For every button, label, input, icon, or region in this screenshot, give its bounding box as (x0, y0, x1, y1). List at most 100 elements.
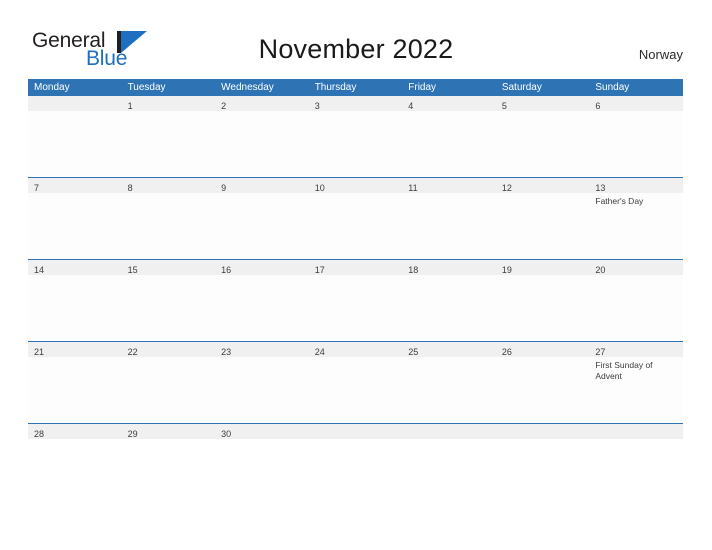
day-cell[interactable]: 30 (215, 424, 309, 439)
day-number: 14 (34, 265, 45, 275)
day-cell-empty (402, 424, 496, 439)
day-events (215, 275, 309, 341)
day-number: 2 (221, 101, 227, 111)
day-cell[interactable]: 27 First Sunday of Advent (589, 342, 683, 423)
day-cell[interactable]: 22 (121, 342, 216, 423)
day-number-band: 28 (28, 424, 122, 439)
day-cell-empty (589, 424, 683, 439)
day-number-band: 7 (28, 178, 122, 193)
day-number-band: 17 (308, 260, 403, 275)
day-events (496, 193, 590, 259)
day-number-band: 11 (402, 178, 496, 193)
day-number: 26 (501, 347, 512, 357)
day-number: 27 (595, 347, 606, 357)
day-events (122, 275, 216, 341)
weekday-header-sunday: Sunday (595, 82, 630, 93)
week-cells: 21 22 23 24 25 26 27 First Sunday of Advent (28, 342, 683, 423)
weekday-header-monday: Monday (34, 82, 70, 93)
weekday-header-friday: Friday (408, 82, 437, 93)
page-title: November 2022 (258, 34, 454, 64)
day-events (309, 357, 403, 423)
day-cell[interactable]: 17 (308, 260, 403, 341)
day-cell[interactable]: 12 (495, 178, 590, 259)
day-number: 22 (127, 347, 138, 357)
day-events (589, 111, 683, 177)
day-cell[interactable]: 19 (495, 260, 590, 341)
day-number-band: 21 (28, 342, 122, 357)
day-number: 8 (127, 183, 133, 193)
day-events (309, 193, 403, 259)
day-number-band: 19 (495, 260, 590, 275)
day-number: 18 (408, 265, 419, 275)
day-events (589, 275, 683, 341)
day-events (496, 275, 590, 341)
day-number: 6 (595, 101, 601, 111)
day-cell[interactable]: 5 (495, 96, 590, 177)
day-number: 4 (408, 101, 414, 111)
day-number-band: 13 (589, 178, 683, 193)
calendar-week-row: 7 8 9 10 11 12 13 Father's Day (28, 177, 683, 259)
day-number-band: 26 (495, 342, 590, 357)
day-number: 23 (221, 347, 232, 357)
day-cell-empty (495, 424, 590, 439)
week-cells: 1 2 3 4 5 6 (28, 96, 683, 177)
day-events (402, 193, 496, 259)
calendar-week-row: 28 29 30 (28, 423, 683, 439)
day-number-band (308, 424, 403, 439)
day-cell[interactable]: 24 (308, 342, 403, 423)
day-events (309, 111, 403, 177)
day-number: 24 (314, 347, 325, 357)
day-number: 9 (221, 183, 227, 193)
day-events (309, 275, 403, 341)
day-cell[interactable]: 18 (402, 260, 496, 341)
day-cell[interactable]: 14 (28, 260, 122, 341)
day-number-band: 2 (215, 96, 309, 111)
day-number-band: 4 (402, 96, 496, 111)
weekday-header-saturday: Saturday (501, 82, 542, 93)
day-cell[interactable]: 13 Father's Day (589, 178, 683, 259)
day-cell[interactable]: 16 (215, 260, 309, 341)
day-cell[interactable]: 25 (402, 342, 496, 423)
day-number-band: 27 (589, 342, 683, 357)
day-cell[interactable]: 6 (589, 96, 683, 177)
day-number: 29 (127, 429, 138, 439)
day-number-band: 29 (121, 424, 216, 439)
day-cell[interactable]: 7 (28, 178, 122, 259)
day-cell[interactable]: 20 (589, 260, 683, 341)
day-cell[interactable]: 2 (215, 96, 309, 177)
day-cell[interactable]: 4 (402, 96, 496, 177)
day-events (122, 357, 216, 423)
day-cell[interactable]: 23 (215, 342, 309, 423)
day-number-band: 9 (215, 178, 309, 193)
day-number: 28 (34, 429, 45, 439)
calendar-grid: Monday Tuesday Wednesday Thursday Friday Satu… (28, 79, 683, 439)
day-number: 7 (34, 183, 40, 193)
day-number: 15 (127, 265, 138, 275)
day-cell[interactable]: 3 (308, 96, 403, 177)
day-cell[interactable]: 21 (28, 342, 122, 423)
day-number: 1 (127, 101, 133, 111)
day-number-band (402, 424, 496, 439)
calendar-week-row: 1 2 3 4 5 6 (28, 96, 683, 177)
day-events (215, 357, 309, 423)
day-number-band: 18 (402, 260, 496, 275)
day-cell[interactable]: 29 (121, 424, 216, 439)
day-events (402, 357, 496, 423)
day-cell[interactable]: 28 (28, 424, 122, 439)
day-cell[interactable]: 8 (121, 178, 216, 259)
day-cell[interactable]: 15 (121, 260, 216, 341)
day-cell[interactable]: 9 (215, 178, 309, 259)
country-label: Norway (638, 47, 683, 62)
weekday-header-thursday: Thursday (314, 82, 357, 93)
day-cell[interactable]: 11 (402, 178, 496, 259)
calendar-page: General Blue November 2022 Norway Monday… (0, 0, 712, 550)
day-events (28, 275, 122, 341)
day-cell[interactable]: 26 (495, 342, 590, 423)
calendar-weeks: 1 2 3 4 5 6 7 8 9 10 11 12 13 Father's Day 14 15 16 17 18 1… (28, 96, 683, 439)
day-number-band: 14 (28, 260, 122, 275)
day-number-band: 23 (215, 342, 309, 357)
day-cell[interactable]: 1 (121, 96, 216, 177)
calendar-week-row: 14 15 16 17 18 19 20 (28, 259, 683, 341)
event-label: First Sunday of Advent (595, 360, 653, 381)
day-cell[interactable]: 10 (308, 178, 403, 259)
